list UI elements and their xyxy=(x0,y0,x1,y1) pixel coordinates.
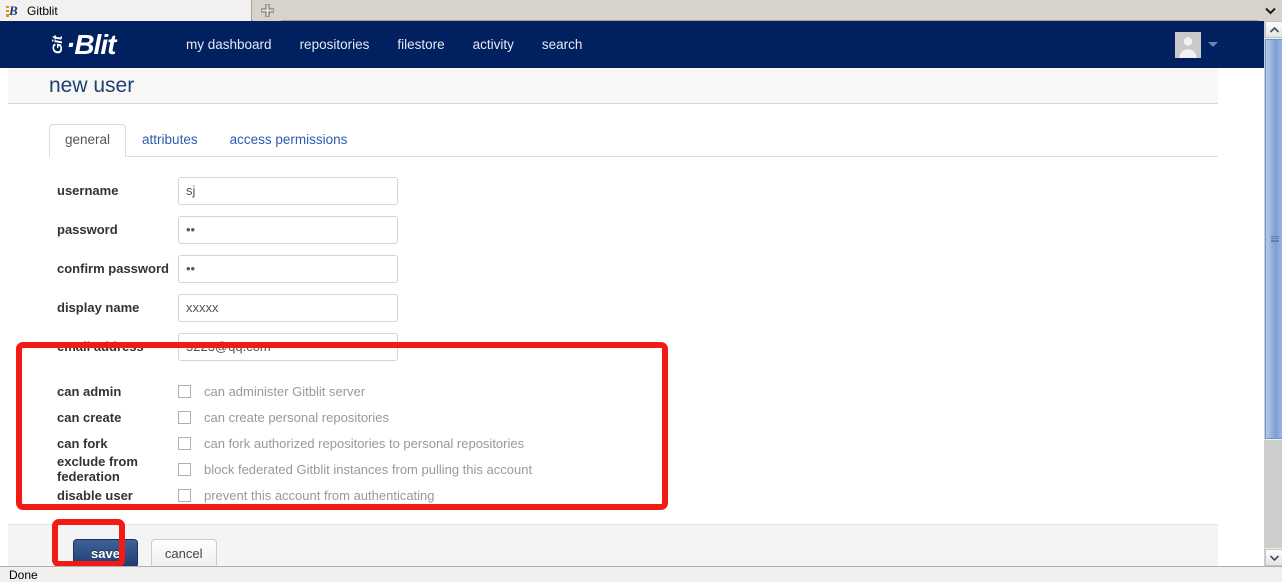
user-menu[interactable] xyxy=(1175,21,1218,68)
permission-row-can-admin: can admin can administer Gitblit server xyxy=(8,378,1218,404)
main-navigation: my dashboard repositories filestore acti… xyxy=(186,21,582,68)
chevron-down-icon xyxy=(1269,554,1279,561)
password-input[interactable] xyxy=(178,215,398,244)
chevron-down-icon[interactable] xyxy=(1208,42,1218,47)
content-container: new user general attributes access permi… xyxy=(8,68,1218,566)
form-row-username: username xyxy=(8,171,1218,210)
chevron-down-icon xyxy=(1264,7,1276,14)
gitblit-favicon-icon: B xyxy=(5,3,21,19)
permission-row-exclude-from-federation: exclude from federation block federated … xyxy=(8,454,1218,484)
nav-my-dashboard[interactable]: my dashboard xyxy=(186,37,272,52)
label-can-fork: can fork xyxy=(57,435,108,451)
tab-attributes[interactable]: attributes xyxy=(126,124,214,156)
page-title: new user xyxy=(49,73,135,97)
can-fork-checkbox[interactable] xyxy=(178,436,191,450)
nav-search[interactable]: search xyxy=(542,37,583,52)
user-avatar-icon[interactable] xyxy=(1175,31,1201,58)
form-row-display-name: display name xyxy=(8,288,1218,327)
label-username: username xyxy=(57,183,119,198)
nav-repositories[interactable]: repositories xyxy=(300,37,370,52)
browser-status-bar: Done xyxy=(0,566,1282,582)
email-address-input[interactable] xyxy=(178,332,398,361)
permission-row-disable-user: disable user prevent this account from a… xyxy=(8,482,1218,508)
label-confirm-password: confirm password xyxy=(57,261,169,276)
new-user-form: username password confirm password displ… xyxy=(8,171,1218,566)
form-row-password: password xyxy=(8,210,1218,249)
logo-git-text: Git xyxy=(49,36,65,54)
username-input[interactable] xyxy=(178,176,398,205)
gitblit-logo[interactable]: Git ·Blit xyxy=(44,29,116,60)
description-disable-user: prevent this account from authenticating xyxy=(204,487,435,503)
nav-filestore[interactable]: filestore xyxy=(397,37,444,52)
tabstrip-overflow-button[interactable] xyxy=(1258,0,1282,21)
permission-row-can-fork: can fork can fork authorized repositorie… xyxy=(8,430,1218,456)
nav-activity[interactable]: activity xyxy=(473,37,514,52)
exclude-from-federation-checkbox[interactable] xyxy=(178,462,191,476)
permissions-group: can admin can administer Gitblit server … xyxy=(8,378,1218,508)
plus-icon xyxy=(260,4,274,17)
scroll-down-button[interactable] xyxy=(1265,549,1282,566)
form-row-email-address: email address xyxy=(8,327,1218,366)
browser-tab-title: Gitblit xyxy=(27,3,58,18)
label-can-create: can create xyxy=(57,409,122,425)
save-button[interactable]: save xyxy=(73,539,138,566)
site-header: Git ·Blit my dashboard repositories file… xyxy=(0,21,1264,68)
description-exclude-from-federation: block federated Gitblit instances from p… xyxy=(204,461,533,477)
tab-access-permissions[interactable]: access permissions xyxy=(214,124,364,156)
logo-blit-text: ·Blit xyxy=(66,29,116,60)
description-can-admin: can administer Gitblit server xyxy=(204,383,366,399)
browser-tab[interactable]: B Gitblit xyxy=(0,0,252,21)
label-display-name: display name xyxy=(57,300,140,315)
label-exclude-from-federation: exclude from federation xyxy=(57,454,138,484)
label-can-admin: can admin xyxy=(57,383,122,399)
scrollbar-grip-icon xyxy=(1271,236,1279,242)
label-password: password xyxy=(57,222,118,237)
tab-row: general attributes access permissions xyxy=(49,124,1218,157)
status-bar-text: Done xyxy=(9,567,38,582)
page-title-bar: new user xyxy=(8,68,1218,104)
label-disable-user: disable user xyxy=(57,487,133,503)
disable-user-checkbox[interactable] xyxy=(178,488,191,502)
page-scrollbar[interactable] xyxy=(1264,21,1282,566)
label-email-address: email address xyxy=(57,339,144,354)
new-tab-button[interactable] xyxy=(253,0,281,21)
browser-tab-strip: B Gitblit xyxy=(0,0,1282,21)
tab-general[interactable]: general xyxy=(49,124,127,157)
scrollbar-track[interactable] xyxy=(1265,440,1282,548)
chevron-up-icon xyxy=(1269,26,1279,33)
form-button-bar: save cancel xyxy=(8,524,1218,566)
permission-row-can-create: can create can create personal repositor… xyxy=(8,404,1218,430)
scroll-up-button[interactable] xyxy=(1265,21,1282,38)
can-create-checkbox[interactable] xyxy=(178,410,191,424)
description-can-fork: can fork authorized repositories to pers… xyxy=(204,435,525,451)
display-name-input[interactable] xyxy=(178,293,398,322)
page-viewport: Git ·Blit my dashboard repositories file… xyxy=(0,21,1264,566)
description-can-create: can create personal repositories xyxy=(204,409,389,425)
can-admin-checkbox[interactable] xyxy=(178,384,191,398)
cancel-button[interactable]: cancel xyxy=(150,539,217,566)
scrollbar-thumb[interactable] xyxy=(1265,39,1282,439)
confirm-password-input[interactable] xyxy=(178,254,398,283)
form-row-confirm-password: confirm password xyxy=(8,249,1218,288)
